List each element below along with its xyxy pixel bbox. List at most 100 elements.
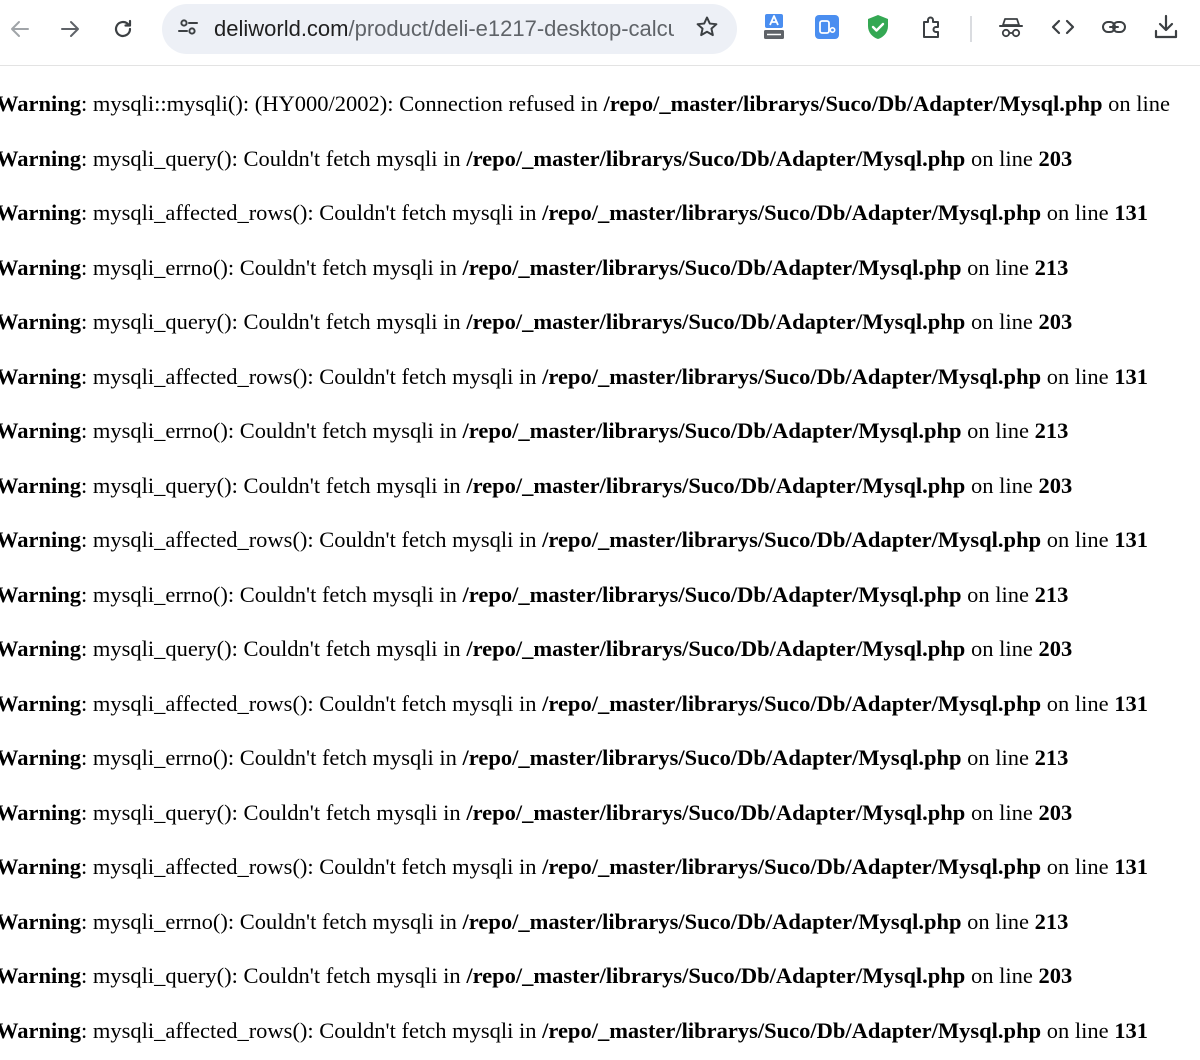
warning-file-path: /repo/_master/librarys/Suco/Db/Adapter/M… [466,799,966,825]
warning-line: Warning: mysqli_query(): Couldn't fetch … [0,634,1072,664]
warning-label: Warning [0,581,82,607]
warning-file-path: /repo/_master/librarys/Suco/Db/Adapter/M… [603,91,1103,116]
warning-message: : mysqli::mysqli(): (HY000/2002): Connec… [81,91,604,116]
download-icon [1152,13,1180,46]
url-path: /product/deli-e1217-desktop-calcu... [348,16,675,41]
warning-file-path: /repo/_master/librarys/Suco/Db/Adapter/M… [542,690,1042,716]
warning-file-path: /repo/_master/librarys/Suco/Db/Adapter/M… [466,963,966,988]
warning-label: Warning [0,200,82,225]
warning-on-line: on line [965,799,1039,825]
ai-assistant-extension-button[interactable] [811,13,843,45]
warning-on-line: on line [1041,200,1115,225]
warning-file-path: /repo/_master/librarys/Suco/Db/Adapter/M… [466,636,966,661]
reload-button[interactable] [103,9,143,49]
tune-icon [176,15,200,44]
warning-line: Warning: mysqli_query(): Couldn't fetch … [0,798,1072,828]
bookmark-button[interactable] [689,11,725,47]
warning-file-path: /repo/_master/librarys/Suco/Db/Adapter/M… [542,200,1042,225]
warning-line: Warning: mysqli_affected_rows(): Couldn'… [0,1016,1148,1046]
warning-line-number: 203 [1038,145,1073,171]
warning-message: : mysqli_affected_rows(): Couldn't fetch… [81,527,543,552]
warning-on-line: on line [965,472,1039,498]
warning-line: Warning: mysqli_errno(): Couldn't fetch … [0,416,1068,446]
warning-message: : mysqli_affected_rows(): Couldn't fetch… [81,200,543,225]
warning-on-line: on line [965,636,1039,661]
warning-on-line: on line [965,963,1039,988]
warning-label: Warning [0,854,82,879]
warning-message: : mysqli_affected_rows(): Couldn't fetch… [81,854,543,879]
warning-message: : mysqli_query(): Couldn't fetch mysqli … [81,963,467,988]
warning-label: Warning [0,254,82,280]
warning-file-path: /repo/_master/librarys/Suco/Db/Adapter/M… [542,1017,1042,1043]
warning-line-number: 203 [1038,636,1073,661]
translate-extension-button[interactable] [758,13,790,45]
warning-on-line: on line [961,908,1035,934]
warning-line: Warning: mysqli_errno(): Couldn't fetch … [0,253,1068,283]
warning-label: Warning [0,418,82,443]
url-text[interactable]: deliworld.com/product/deli-e1217-desktop… [214,4,674,54]
downloads-button[interactable] [1150,13,1182,45]
warning-message: : mysqli_errno(): Couldn't fetch mysqli … [81,908,463,934]
address-bar[interactable]: deliworld.com/product/deli-e1217-desktop… [162,4,737,54]
warning-line-number: 203 [1038,799,1073,825]
warning-message: : mysqli_errno(): Couldn't fetch mysqli … [81,745,463,770]
warning-on-line: on line [1041,1017,1115,1043]
warning-line-number: 131 [1114,854,1148,879]
warning-line-number: 213 [1034,581,1069,607]
copy-link-button[interactable] [1098,13,1130,45]
warning-message: : mysqli_query(): Couldn't fetch mysqli … [81,636,467,661]
warning-line-number: 213 [1034,418,1069,443]
page-content: Warning : mysqli::mysqli(): (HY000/2002):… [0,66,1200,1060]
warning-line: Warning: mysqli_query(): Couldn't fetch … [0,307,1072,337]
warning-label: Warning [0,1017,82,1043]
warning-file-path: /repo/_master/librarys/Suco/Db/Adapter/M… [466,309,966,334]
warning-label: Warning [0,363,82,389]
warning-message: : mysqli_errno(): Couldn't fetch mysqli … [81,581,463,607]
warning-label: Warning [0,908,82,934]
warning-on-line: on line [961,254,1035,280]
warning-line: Warning: mysqli_affected_rows(): Couldn'… [0,362,1148,392]
site-info-button[interactable] [170,11,206,47]
shield-extension-button[interactable] [862,13,894,45]
warning-message: : mysqli_affected_rows(): Couldn't fetch… [81,363,543,389]
warning-line: Warning: mysqli::mysqli(): (HY000/2002):… [0,89,1170,119]
toolbar-separator [970,16,972,42]
warning-label: Warning [0,145,82,171]
incognito-button[interactable] [995,13,1027,45]
warning-line: Warning: mysqli_errno(): Couldn't fetch … [0,580,1068,610]
warning-message: : mysqli_query(): Couldn't fetch mysqli … [81,145,467,171]
back-button[interactable] [0,9,40,49]
warning-file-path: /repo/_master/librarys/Suco/Db/Adapter/M… [542,854,1042,879]
extensions-button[interactable] [916,13,948,45]
warning-file-path: /repo/_master/librarys/Suco/Db/Adapter/M… [466,145,966,171]
warning-file-path: /repo/_master/librarys/Suco/Db/Adapter/M… [542,363,1042,389]
warning-line-number: 203 [1038,472,1073,498]
star-icon [694,14,720,45]
warning-on-line: on line [1041,854,1115,879]
warning-line-number: 131 [1114,527,1148,552]
devtools-code-icon [1049,13,1077,46]
warning-line: Warning: mysqli_query(): Couldn't fetch … [0,471,1072,501]
warning-on-line: on line [961,745,1035,770]
ai-assistant-extension-icon [813,13,841,46]
warning-file-path: /repo/_master/librarys/Suco/Db/Adapter/M… [462,908,962,934]
warning-on-line: on line [1041,527,1115,552]
warning-file-path: /repo/_master/librarys/Suco/Db/Adapter/M… [462,254,962,280]
browser-toolbar: deliworld.com/product/deli-e1217-desktop… [0,0,1200,66]
url-host: deliworld.com [214,16,349,41]
forward-button[interactable] [50,9,90,49]
warning-label: Warning [0,745,82,770]
devtools-button[interactable] [1047,13,1079,45]
warning-line: Warning: mysqli_errno(): Couldn't fetch … [0,907,1068,937]
warning-label: Warning [0,472,82,498]
warning-message: : mysqli_affected_rows(): Couldn't fetch… [81,1017,543,1043]
warning-file-path: /repo/_master/librarys/Suco/Db/Adapter/M… [542,527,1042,552]
link-icon [1100,13,1128,46]
warning-message: : mysqli_query(): Couldn't fetch mysqli … [81,472,467,498]
forward-arrow-icon [58,17,82,41]
warning-line-number: 213 [1034,745,1069,770]
warning-on-line: on line [1102,91,1170,116]
warning-line: Warning: mysqli_query(): Couldn't fetch … [0,144,1072,174]
warning-label: Warning [0,309,82,334]
warning-file-path: /repo/_master/librarys/Suco/Db/Adapter/M… [466,472,966,498]
